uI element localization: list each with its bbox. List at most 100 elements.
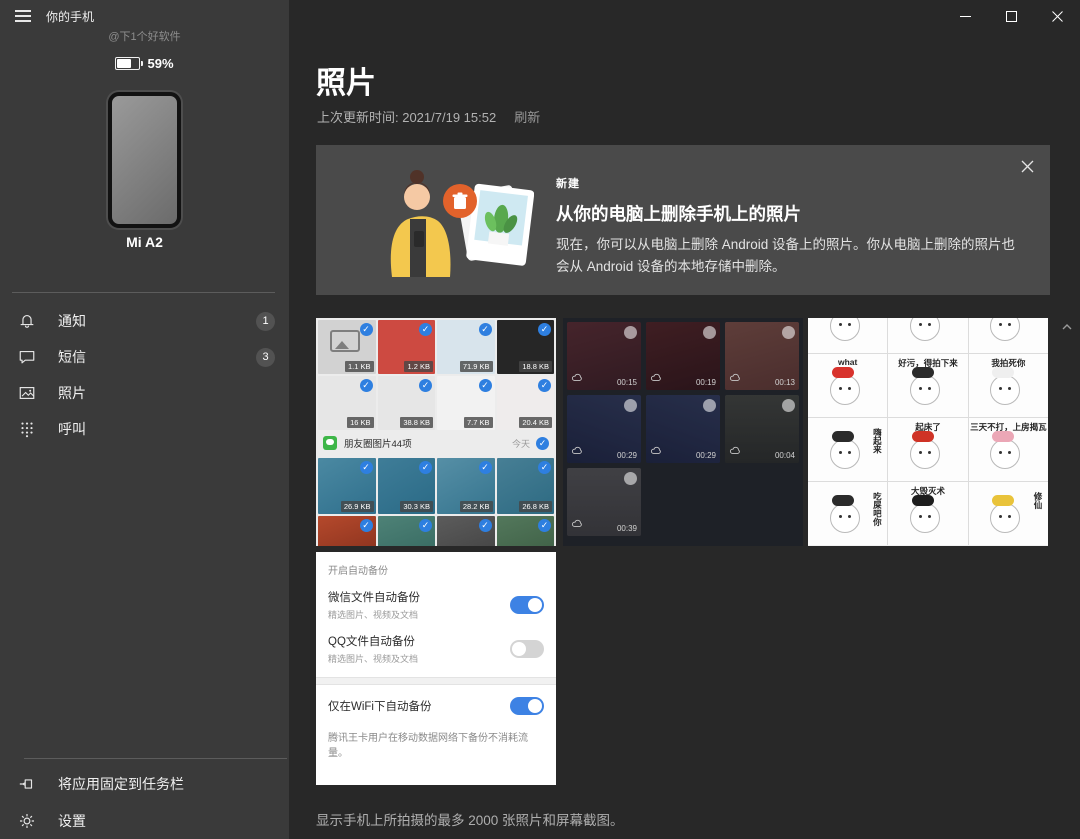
sidebar-divider: [12, 292, 275, 293]
backup-row-wechat: 微信文件自动备份 精选图片、视频及文档: [328, 589, 544, 621]
sidebar-item-photos[interactable]: 照片: [0, 375, 289, 411]
meme-face: [910, 503, 940, 533]
wifi-only-toggle: [510, 697, 544, 715]
selected-check-icon: ✓: [419, 323, 432, 336]
video-duration: 00:13: [775, 378, 795, 387]
selected-check-icon: ✓: [479, 379, 492, 392]
sidebar-footer-divider: [24, 758, 287, 759]
moments-section-date: 今天: [512, 437, 530, 450]
meme-face: [910, 375, 940, 405]
photo-thumbnail-wechat-files[interactable]: ✓1.1 KB✓1.2 KB✓71.9 KB✓18.8 KB✓16 KB✓38.…: [316, 318, 556, 546]
pin-to-taskbar-button[interactable]: 将应用固定到任务栏: [0, 765, 289, 802]
meme-face: [830, 318, 860, 341]
moments-section-label: 朋友圈图片44项: [344, 436, 512, 450]
sidebar-nav: 通知 1 短信 3 照片 呼叫: [0, 303, 289, 447]
phone-mockup: [108, 92, 181, 228]
selected-check-icon: ✓: [538, 379, 551, 392]
photo-tile: ✓: [497, 516, 555, 546]
hamburger-icon: [15, 7, 31, 25]
photo-tile: ✓26.9 KB: [318, 458, 376, 514]
sidebar-item-messages[interactable]: 短信 3: [0, 339, 289, 375]
meme-accent: [912, 431, 934, 442]
selected-check-icon: ✓: [538, 519, 551, 532]
file-tile-grid: ✓1.1 KB✓1.2 KB✓71.9 KB✓18.8 KB✓16 KB✓38.…: [316, 318, 556, 430]
close-button[interactable]: [1034, 0, 1080, 32]
file-tile: ✓71.9 KB: [437, 320, 495, 374]
backup-header: 开启自动备份: [328, 562, 544, 577]
sidebar-item-label: 短信: [58, 347, 256, 367]
meme-caption: 吃屎吧你: [871, 492, 883, 526]
backup-row-title: 仅在WiFi下自动备份: [328, 698, 510, 714]
sidebar-item-calls[interactable]: 呼叫: [0, 411, 289, 447]
meme-accent: [832, 431, 854, 442]
meme-face: [990, 375, 1020, 405]
meme-cell: 嗨起来: [808, 418, 887, 481]
selected-check-icon: ✓: [360, 323, 373, 336]
meme-face: [830, 503, 860, 533]
video-tile: 00:04: [725, 395, 799, 463]
video-duration: 00:29: [617, 451, 637, 460]
bell-icon: [18, 312, 36, 330]
new-feature-badge: 新建: [556, 175, 1026, 191]
backup-row-title: 微信文件自动备份: [328, 589, 510, 605]
meme-cell: what: [808, 354, 887, 417]
file-size-label: 16 KB: [347, 417, 373, 428]
file-tile: ✓7.7 KB: [437, 376, 495, 430]
selected-check-icon: ✓: [360, 519, 373, 532]
file-size-label: 38.8 KB: [400, 417, 433, 428]
meta-row: 上次更新时间: 2021/7/19 15:52 刷新: [317, 107, 540, 126]
selected-check-icon: ✓: [479, 461, 492, 474]
photo-thumbnail-video-gallery[interactable]: 00:1500:1900:1300:2900:2900:0400:39: [563, 318, 803, 546]
feature-banner: 新建 从你的电脑上删除手机上的照片 现在，你可以从电脑上删除 Android 设…: [316, 145, 1050, 295]
photo-thumbnail-backup-settings[interactable]: 开启自动备份 微信文件自动备份 精选图片、视频及文档 QQ文件自动备份 精选图片…: [316, 552, 556, 785]
refresh-link[interactable]: 刷新: [514, 107, 540, 126]
gear-icon: [18, 812, 36, 830]
pin-icon: [18, 775, 36, 793]
meme-face: [990, 318, 1020, 341]
dialpad-icon: [18, 420, 36, 438]
file-size-label: 30.3 KB: [400, 501, 433, 512]
video-tile: 00:29: [646, 395, 720, 463]
notification-count-badge: 1: [256, 312, 275, 331]
meme-accent: [832, 367, 854, 378]
meme-face: [830, 439, 860, 469]
meme-accent: [992, 431, 1014, 442]
meme-face: [830, 375, 860, 405]
meme-face: [910, 439, 940, 469]
message-icon: [18, 348, 36, 366]
video-duration: 00:04: [775, 451, 795, 460]
scroll-up-arrow[interactable]: [1060, 320, 1074, 334]
photo-tile: ✓: [378, 516, 436, 546]
meme-accent: [912, 495, 934, 506]
window-controls: [942, 0, 1080, 32]
photo-thumbnail-meme-grid[interactable]: what好污，得拍下来我拍死你嗨起来起床了三天不打，上房揭瓦吃屎吧你大毁灭术修仙: [808, 318, 1048, 546]
meme-cell-grid: what好污，得拍下来我拍死你嗨起来起床了三天不打，上房揭瓦吃屎吧你大毁灭术修仙: [808, 318, 1048, 545]
file-size-label: 71.9 KB: [460, 361, 493, 372]
banner-body: 现在，你可以从电脑上删除 Android 设备上的照片。你从电脑上删除的照片也会…: [556, 234, 1026, 277]
meme-cell: 起床了: [888, 418, 967, 481]
file-size-label: 1.2 KB: [404, 361, 433, 372]
settings-button[interactable]: 设置: [0, 802, 289, 839]
banner-illustration: [362, 157, 534, 285]
last-updated-text: 上次更新时间: 2021/7/19 15:52: [317, 107, 496, 126]
file-tile: ✓1.1 KB: [318, 320, 376, 374]
cloud-download-icon: [729, 369, 742, 387]
video-tile: 00:15: [567, 322, 641, 390]
meme-cell: 大毁灭术: [888, 482, 967, 545]
photo-tile: ✓26.8 KB: [497, 458, 555, 514]
backup-note: 腾讯王卡用户在移动数据网络下备份不消耗流量。: [328, 731, 544, 761]
photo-tile-grid: ✓26.9 KB✓30.3 KB✓28.2 KB✓26.8 KB✓✓✓✓: [316, 456, 556, 546]
battery-percent: 59%: [147, 56, 173, 71]
maximize-button[interactable]: [988, 0, 1034, 32]
select-circle-icon: [782, 399, 795, 412]
battery-icon: [115, 57, 140, 70]
minimize-button[interactable]: [942, 0, 988, 32]
meme-caption: 嗨起来: [871, 428, 883, 454]
photo-tile: ✓: [318, 516, 376, 546]
selected-check-icon: ✓: [536, 437, 549, 450]
sidebar-item-notifications[interactable]: 通知 1: [0, 303, 289, 339]
watermark-text: @下1个好软件: [0, 28, 289, 44]
file-tile: ✓38.8 KB: [378, 376, 436, 430]
footer-item-label: 将应用固定到任务栏: [58, 774, 275, 794]
meme-cell: 我拍死你: [969, 354, 1048, 417]
